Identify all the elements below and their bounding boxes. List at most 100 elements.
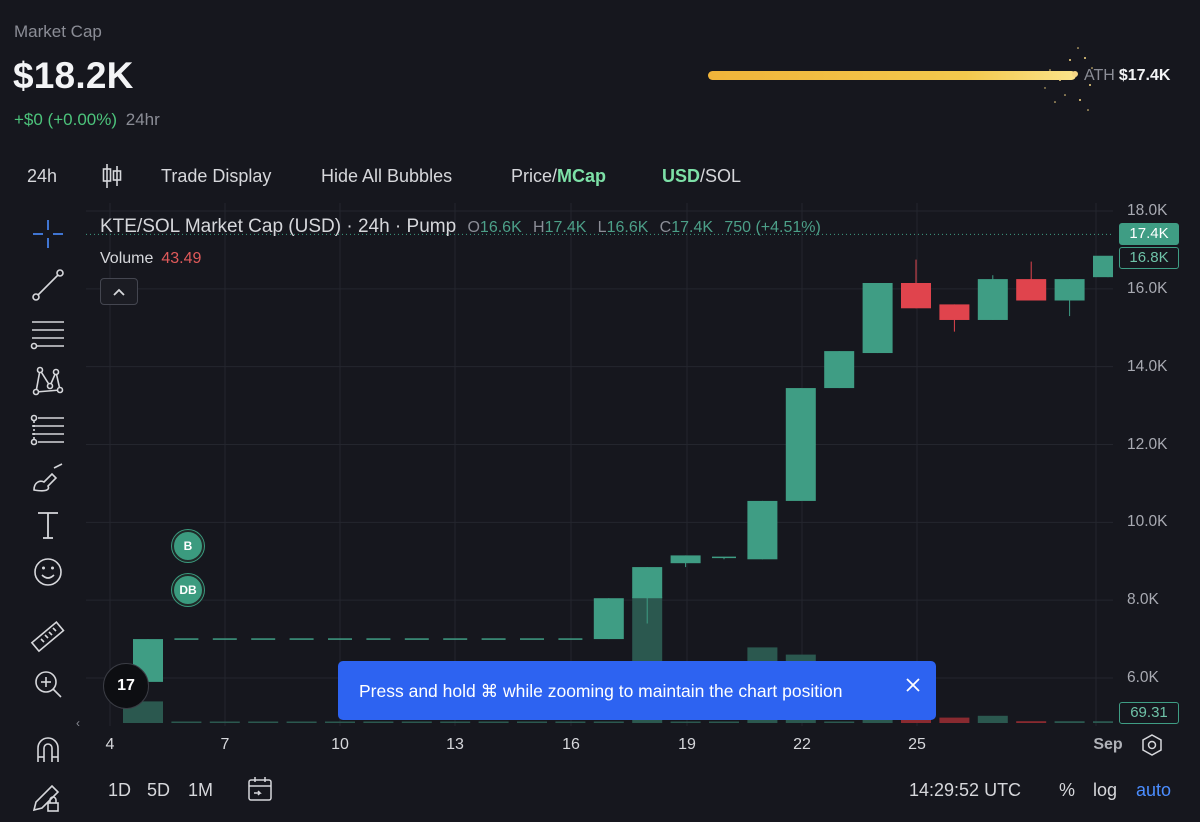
ohlc-change: 750 (+4.51%) [724,219,821,236]
price-axis-label: 10.0K [1127,513,1168,531]
market-cap-label: Market Cap [14,22,102,41]
candlestick-chart[interactable] [86,203,1113,726]
price-axis-label: 12.0K [1127,435,1168,453]
candle-body [443,638,468,640]
close-icon[interactable] [900,673,926,699]
date-axis-label: 7 [220,736,230,753]
tradingview-logo[interactable]: 17 [103,663,149,709]
hide-bubbles-button[interactable]: Hide All Bubbles [321,166,452,187]
text-tool-icon[interactable] [28,508,68,542]
ruler-icon[interactable] [28,620,68,654]
secondary-price-tag: 16.8K [1119,246,1179,269]
interval-button[interactable]: 24h [27,166,57,187]
candle [670,555,701,568]
candle-body [1016,279,1047,301]
volume-bar [670,721,701,723]
market-cap-change-row: +$0 (+0.00%) 24hr [14,110,160,130]
horizontal-lines-icon[interactable] [28,317,68,351]
auto-scale-button[interactable]: auto [1136,780,1171,801]
crosshair-icon[interactable] [28,217,68,251]
candle [251,638,276,640]
candle-body [328,638,352,640]
buy-bubble[interactable]: B [172,530,204,562]
trend-line-icon[interactable] [28,268,68,302]
price-axis-label: 14.0K [1127,357,1168,375]
volume-bar [593,721,624,723]
date-axis-label: 19 [678,736,696,753]
candle-body [289,638,314,640]
chart-gridlines [86,203,1113,726]
chevron-up-icon[interactable] [100,278,138,305]
volume-bar [555,721,586,723]
candle-body [862,282,893,354]
brush-icon[interactable] [28,462,68,496]
candle-body [712,556,736,559]
candle [366,638,391,640]
mcap-option: MCap [557,166,607,186]
ohlc-high: H17.4K [533,219,587,236]
chart-legend: KTE/SOL Market Cap (USD) · 24h · Pump O1… [100,216,821,238]
candle [212,638,237,640]
candle [174,638,199,640]
market-cap-value: $18.2K [13,55,134,96]
log-scale-button[interactable]: log [1093,780,1117,801]
volume-bar [171,721,202,723]
fib-retracement-icon[interactable] [28,413,68,447]
candle [404,638,429,640]
volume-bar [401,721,432,723]
candle [824,351,855,389]
candles [133,255,1113,682]
price-axis-label: 16.0K [1127,279,1168,297]
range-1d-button[interactable]: 1D [108,780,131,801]
volume-label: Volume [100,250,154,267]
candle-style-icon[interactable] [101,162,123,195]
candle [328,638,352,640]
candle-body [824,351,855,389]
candle [481,638,506,640]
price-axis[interactable]: 18.0K 16.0K 14.0K 12.0K 10.0K 8.0K 6.0K 17.4K 16… [1113,202,1200,726]
utc-clock[interactable]: 14:29:52 UTC [909,780,1021,801]
scroll-left-icon[interactable]: ‹ [76,716,80,730]
usd-sol-toggle[interactable]: USD/SOL [662,166,741,187]
volume-bar [824,721,855,723]
emoji-icon[interactable] [28,555,68,589]
ath-progress-bar [708,71,1076,80]
date-axis-label: 25 [908,736,926,753]
candle [901,259,931,309]
candle [939,304,970,332]
zoom-hint-toast: Press and hold ⌘ while zooming to mainta… [338,661,936,720]
zoom-in-icon[interactable] [28,667,68,701]
percent-scale-button[interactable]: % [1059,780,1075,801]
market-cap-change: +$0 (+0.00%) [14,110,118,129]
range-1m-button[interactable]: 1M [188,780,213,801]
price-axis-label: 8.0K [1127,591,1159,609]
candle-body [366,638,391,640]
volume-bar [286,721,317,723]
volume-bar [517,721,547,723]
candle-body [977,279,1008,320]
ath-value: $17.4K [1118,67,1171,84]
pattern-icon[interactable] [28,364,68,398]
volume-value: 43.49 [161,250,202,267]
volume-bar [248,721,279,723]
calendar-icon[interactable] [246,775,274,808]
ath-indicator: ATH $17.4K [1084,67,1170,85]
dev-buy-bubble[interactable]: DB [172,574,204,606]
volume-bar [1093,721,1113,723]
candle-body [747,500,778,560]
volume-bar [363,721,394,723]
candle-body [1093,255,1113,278]
price-option: Price/ [511,166,558,186]
trade-display-button[interactable]: Trade Display [161,166,271,187]
legend-title: KTE/SOL Market Cap (USD) · 24h · Pump [100,216,457,237]
magnet-icon[interactable] [28,732,68,766]
price-mcap-toggle[interactable]: Price/MCap [511,166,606,187]
volume-bar [939,717,970,723]
candle [977,275,1008,320]
date-axis-label: 4 [105,736,115,753]
ohlc-open: O16.6K [467,219,522,236]
candle-body [901,282,931,309]
axis-settings-icon[interactable] [1140,733,1164,762]
range-5d-button[interactable]: 5D [147,780,170,801]
date-axis[interactable]: 4 7 10 13 16 19 22 25 Sep [86,733,1123,759]
